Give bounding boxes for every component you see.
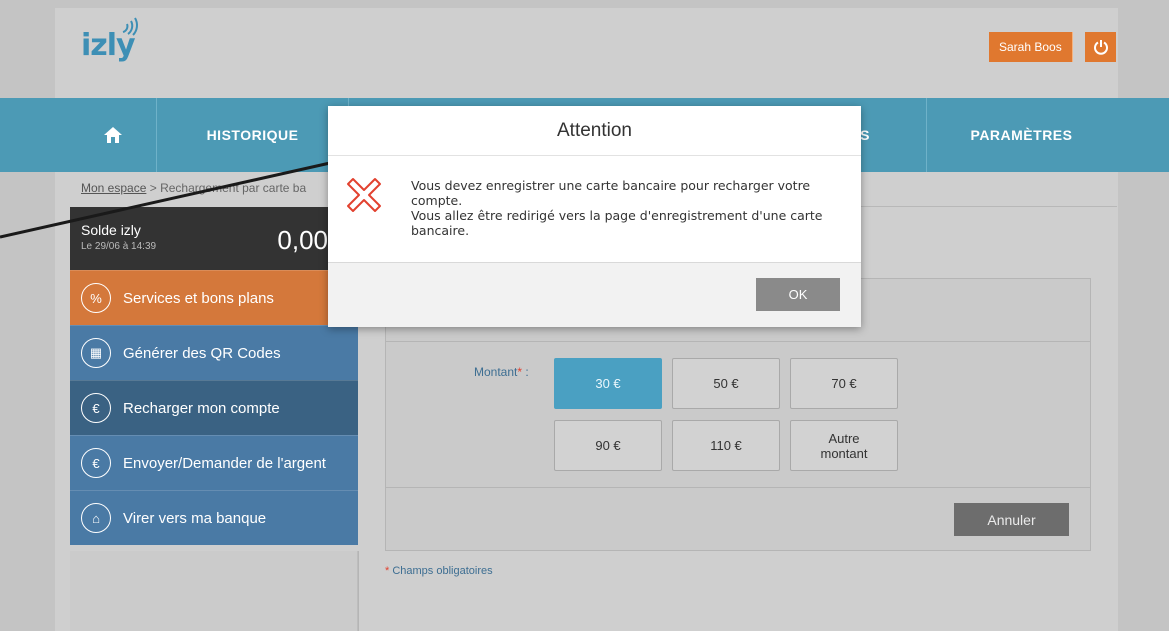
euro-send-icon: €	[81, 448, 111, 478]
sidebar-item-envoyer[interactable]: € Envoyer/Demander de l'argent	[70, 435, 358, 490]
required-note-text: Champs obligatoires	[392, 565, 493, 577]
dialog-footer: OK	[328, 263, 861, 327]
dialog-message-line2: Vous allez être redirigé vers la page d'…	[411, 208, 823, 238]
montant-label-text: Montant	[474, 365, 518, 379]
nav-partial-label: S	[860, 127, 870, 143]
amount-option-90[interactable]: 90 €	[554, 420, 662, 471]
nav-parametres[interactable]: PARAMÈTRES	[927, 98, 1116, 172]
sidebar-item-label: Générer des QR Codes	[123, 344, 281, 362]
power-icon	[1093, 40, 1108, 55]
required-star: *	[385, 565, 390, 577]
breadcrumb-current: Rechargement par carte ba	[160, 181, 307, 195]
sidebar-item-recharger[interactable]: € Recharger mon compte	[70, 380, 358, 435]
balance-label: Solde izly	[81, 222, 141, 238]
ok-button[interactable]: OK	[756, 278, 840, 311]
nav-historique[interactable]: HISTORIQUE	[157, 98, 349, 172]
user-name-button[interactable]: Sarah Boos	[989, 32, 1073, 62]
home-icon	[104, 127, 122, 143]
required-fields-note: * Champs obligatoires	[385, 565, 493, 577]
nav-home[interactable]	[70, 98, 157, 172]
amount-option-110[interactable]: 110 €	[672, 420, 780, 471]
breadcrumb-home-link[interactable]: Mon espace	[81, 181, 146, 195]
qr-code-icon: ▦	[81, 338, 111, 368]
amount-option-70[interactable]: 70 €	[790, 358, 898, 409]
amount-option-50[interactable]: 50 €	[672, 358, 780, 409]
balance-date: Le 29/06 à 14:39	[81, 241, 157, 252]
dialog-title: Attention	[328, 106, 861, 156]
montant-label-suffix: :	[522, 365, 529, 379]
sidebar-item-label: Virer vers ma banque	[123, 509, 267, 527]
sidebar-item-label: Envoyer/Demander de l'argent	[123, 454, 326, 472]
percent-icon: %	[81, 283, 111, 313]
sidebar-item-services[interactable]: % Services et bons plans	[70, 270, 358, 325]
dialog-message: Vous devez enregistrer une carte bancair…	[411, 178, 851, 238]
dialog-message-line1: Vous devez enregistrer une carte bancair…	[411, 178, 811, 208]
sidebar-item-virer[interactable]: ⌂ Virer vers ma banque	[70, 490, 358, 545]
balance-amount: 0,00	[277, 225, 328, 255]
card-divider	[386, 341, 1090, 342]
montant-label: Montant* :	[474, 365, 529, 379]
balance-panel: Solde izly Le 29/06 à 14:39 0,00	[70, 207, 358, 270]
bank-icon: ⌂	[81, 503, 111, 533]
amount-option-other[interactable]: Autre montant	[790, 420, 898, 471]
breadcrumb-separator: >	[146, 181, 161, 195]
sidebar-item-label: Services et bons plans	[123, 289, 274, 307]
sidebar-filler	[70, 551, 358, 631]
card-divider	[386, 487, 1090, 488]
attention-dialog: Attention Vous devez enregistrer une car…	[328, 106, 861, 327]
sidebar-item-label: Recharger mon compte	[123, 399, 280, 417]
breadcrumb: Mon espace > Rechargement par carte ba	[81, 181, 306, 195]
amount-option-30[interactable]: 30 €	[554, 358, 662, 409]
izly-logo[interactable]: izly	[81, 16, 141, 66]
logout-button[interactable]	[1085, 32, 1116, 62]
euro-refresh-icon: €	[81, 393, 111, 423]
sidebar: Solde izly Le 29/06 à 14:39 0,00 % Servi…	[70, 207, 358, 545]
sidebar-item-qr-codes[interactable]: ▦ Générer des QR Codes	[70, 325, 358, 380]
signal-waves-icon	[122, 17, 138, 36]
cancel-button[interactable]: Annuler	[954, 503, 1069, 536]
dialog-body: Vous devez enregistrer une carte bancair…	[328, 156, 861, 263]
error-x-icon	[347, 178, 381, 212]
content-left-border	[358, 551, 359, 631]
